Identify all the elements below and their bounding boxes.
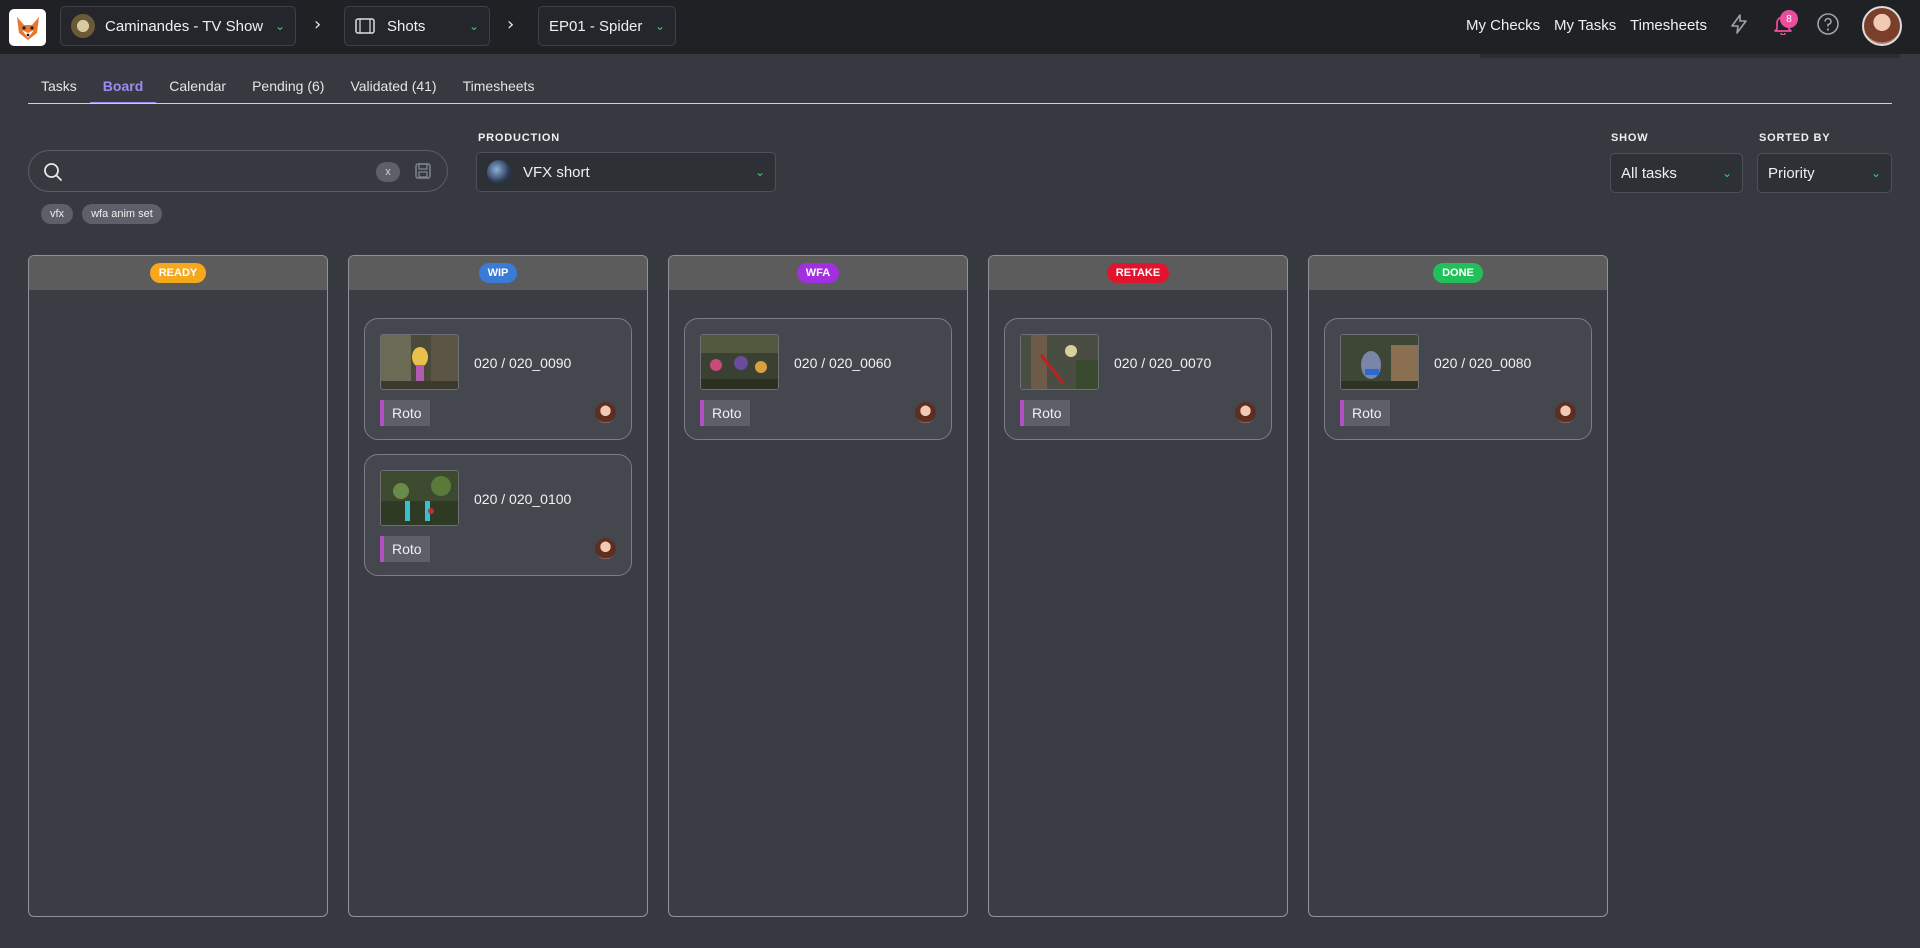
assignee-avatar[interactable] [1235, 402, 1256, 423]
assignee-avatar[interactable] [595, 538, 616, 559]
chevron-down-icon: ⌄ [754, 165, 765, 179]
show-filter-label: SHOW [1611, 132, 1649, 144]
tab-calendar[interactable]: Calendar [156, 76, 239, 104]
status-pill-wip: WIP [478, 263, 518, 283]
clear-search-button[interactable]: x [376, 162, 400, 182]
section-selector[interactable]: Shots ⌄ [344, 6, 490, 46]
production-filter-select[interactable]: VFX short ⌄ [476, 152, 776, 192]
shot-name: 020 / 020_0070 [1114, 355, 1212, 371]
tabs-divider [28, 103, 1892, 104]
shot-thumbnail [1340, 334, 1419, 390]
notification-count-badge: 8 [1780, 10, 1798, 28]
shot-thumbnail [380, 334, 459, 390]
shot-thumbnail [700, 334, 779, 390]
board-column-retake: RETAKE 020 / 020_0070 Roto [988, 255, 1288, 917]
task-type-tag: Roto [380, 536, 430, 562]
production-thumbnail-icon [487, 160, 511, 184]
saved-search-chips: vfx wfa anim set [41, 204, 162, 224]
production-selector-label: Caminandes - TV Show [105, 17, 264, 35]
chevron-down-icon: ⌄ [468, 19, 479, 33]
column-header: WFA [669, 256, 967, 290]
sorted-by-label: SORTED BY [1759, 132, 1831, 144]
board-column-done: DONE 020 / 020_0080 Roto [1308, 255, 1608, 917]
timesheets-link[interactable]: Timesheets [1630, 17, 1707, 34]
production-filter-value: VFX short [523, 163, 590, 181]
task-type-tag: Roto [1340, 400, 1390, 426]
column-header: WIP [349, 256, 647, 290]
breadcrumb-chevron-icon: › [314, 14, 322, 35]
tab-validated[interactable]: Validated (41) [337, 76, 449, 104]
task-type-tag: Roto [700, 400, 750, 426]
assignee-avatar[interactable] [595, 402, 616, 423]
top-bar-strip [1480, 54, 1900, 58]
top-bar: Caminandes - TV Show ⌄ › Shots ⌄ › EP01 … [0, 0, 1920, 54]
status-pill-ready: READY [149, 263, 207, 283]
kitsu-logo-icon[interactable] [9, 9, 46, 46]
status-pill-retake: RETAKE [1106, 263, 1170, 283]
task-type-tag: Roto [380, 400, 430, 426]
chevron-down-icon: ⌄ [1870, 166, 1881, 180]
tab-tasks[interactable]: Tasks [28, 76, 90, 104]
tab-pending[interactable]: Pending (6) [239, 76, 337, 104]
shot-name: 020 / 020_0100 [474, 491, 572, 507]
section-selector-label: Shots [387, 17, 426, 35]
task-type-tag: Roto [1020, 400, 1070, 426]
tab-timesheets[interactable]: Timesheets [450, 76, 548, 104]
saved-search-chip[interactable]: wfa anim set [82, 204, 162, 224]
shot-thumbnail [380, 470, 459, 526]
chevron-down-icon: ⌄ [1721, 166, 1732, 180]
board-column-ready: READY [28, 255, 328, 917]
sorted-by-select[interactable]: Priority ⌄ [1757, 153, 1892, 193]
task-card[interactable]: 020 / 020_0080 Roto [1324, 318, 1592, 440]
assignee-avatar[interactable] [1555, 402, 1576, 423]
my-tasks-link[interactable]: My Tasks [1554, 17, 1616, 34]
search-icon [43, 162, 63, 187]
shot-name: 020 / 020_0080 [1434, 355, 1532, 371]
status-pill-done: DONE [1433, 263, 1483, 283]
task-card[interactable]: 020 / 020_0070 Roto [1004, 318, 1272, 440]
episode-selector-label: EP01 - Spider [549, 17, 643, 35]
task-card[interactable]: 020 / 020_0090 Roto [364, 318, 632, 440]
save-search-icon[interactable] [414, 162, 432, 185]
status-pill-wfa: WFA [796, 263, 840, 283]
assignee-avatar[interactable] [915, 402, 936, 423]
shot-name: 020 / 020_0060 [794, 355, 892, 371]
search-input[interactable] [73, 159, 363, 185]
search-field[interactable]: x [28, 150, 448, 192]
production-selector[interactable]: Caminandes - TV Show ⌄ [60, 6, 296, 46]
shot-name: 020 / 020_0090 [474, 355, 572, 371]
board-column-wfa: WFA 020 / 020_0060 Roto [668, 255, 968, 917]
tab-board[interactable]: Board [89, 76, 157, 104]
show-filter-select[interactable]: All tasks ⌄ [1610, 153, 1743, 193]
column-header: DONE [1309, 256, 1607, 290]
help-icon[interactable] [1815, 11, 1841, 37]
column-header: RETAKE [989, 256, 1287, 290]
task-card[interactable]: 020 / 020_0100 Roto [364, 454, 632, 576]
column-header: READY [29, 256, 327, 290]
production-filter-label: PRODUCTION [478, 132, 560, 144]
breadcrumb-chevron-icon: › [507, 14, 515, 35]
view-tabs: Tasks Board Calendar Pending (6) Validat… [28, 76, 547, 104]
show-filter-value: All tasks [1621, 164, 1677, 182]
sorted-by-value: Priority [1768, 164, 1815, 182]
shot-thumbnail [1020, 334, 1099, 390]
film-icon [355, 17, 375, 35]
user-avatar[interactable] [1862, 6, 1902, 46]
task-card[interactable]: 020 / 020_0060 Roto [684, 318, 952, 440]
production-avatar-icon [71, 14, 95, 38]
lightning-icon[interactable] [1726, 11, 1752, 37]
chevron-down-icon: ⌄ [274, 19, 285, 33]
saved-search-chip[interactable]: vfx [41, 204, 74, 224]
my-checks-link[interactable]: My Checks [1466, 17, 1540, 34]
board-column-wip: WIP 020 / 020_0090 Roto 020 / 020_0100 R… [348, 255, 648, 917]
episode-selector[interactable]: EP01 - Spider ⌄ [538, 6, 676, 46]
chevron-down-icon: ⌄ [654, 19, 665, 33]
